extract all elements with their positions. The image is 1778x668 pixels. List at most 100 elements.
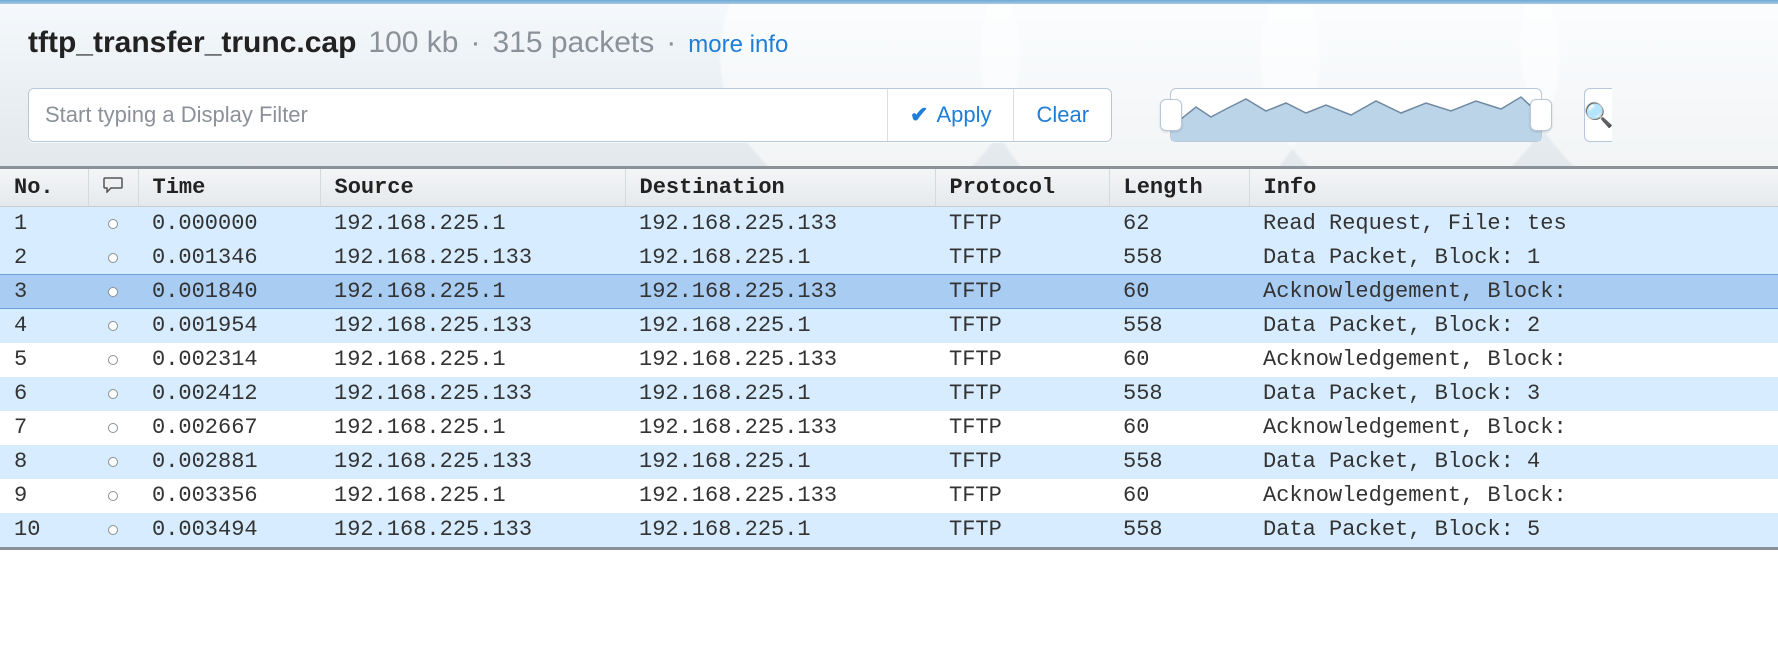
search-button-partial[interactable]: 🔍 [1584,88,1612,142]
cell-src: 192.168.225.133 [320,241,625,275]
cell-no: 10 [0,513,88,547]
col-length[interactable]: Length [1109,169,1249,207]
comment-dot-icon [108,355,118,365]
cell-no: 5 [0,343,88,377]
cell-no: 4 [0,309,88,343]
cell-dst: 192.168.225.133 [625,411,935,445]
cell-dst: 192.168.225.133 [625,275,935,309]
cell-info: Acknowledgement, Block: [1249,479,1778,513]
cell-comment [88,513,138,547]
cell-dst: 192.168.225.1 [625,241,935,275]
comment-dot-icon [108,219,118,229]
table-row[interactable]: 90.003356192.168.225.1192.168.225.133TFT… [0,479,1778,513]
col-info[interactable]: Info [1249,169,1778,207]
cell-no: 3 [0,275,88,309]
apply-label: Apply [936,102,991,128]
cell-proto: TFTP [935,445,1109,479]
table-row[interactable]: 40.001954192.168.225.133192.168.225.1TFT… [0,309,1778,343]
cell-info: Data Packet, Block: 4 [1249,445,1778,479]
separator-dot: · [470,26,480,60]
cell-len: 558 [1109,513,1249,547]
cell-src: 192.168.225.1 [320,479,625,513]
col-source[interactable]: Source [320,169,625,207]
toolbar: ✔ Apply Clear 🔍 [28,88,1750,142]
search-icon: 🔍 [1584,101,1614,130]
cell-time: 0.002667 [138,411,320,445]
display-filter-input[interactable] [29,89,887,141]
check-icon: ✔ [910,102,928,128]
apply-filter-button[interactable]: ✔ Apply [888,89,1013,141]
display-filter-group: ✔ Apply Clear [28,88,1112,142]
timeline-sparkline[interactable] [1170,88,1542,142]
cell-dst: 192.168.225.133 [625,207,935,241]
cell-dst: 192.168.225.133 [625,343,935,377]
cell-comment [88,241,138,275]
table-row[interactable]: 60.002412192.168.225.133192.168.225.1TFT… [0,377,1778,411]
comment-dot-icon [108,457,118,467]
cell-time: 0.002314 [138,343,320,377]
comment-dot-icon [108,253,118,263]
cell-dst: 192.168.225.1 [625,309,935,343]
packet-table-wrap: No. Time Source Destination Protocol Len… [0,166,1778,550]
cell-time: 0.001840 [138,275,320,309]
cell-len: 60 [1109,479,1249,513]
clear-label: Clear [1036,102,1089,128]
cell-time: 0.001954 [138,309,320,343]
cell-time: 0.003356 [138,479,320,513]
timeline-handle-right[interactable] [1530,99,1552,131]
col-dest[interactable]: Destination [625,169,935,207]
cell-len: 558 [1109,309,1249,343]
cell-time: 0.002881 [138,445,320,479]
comment-dot-icon [108,389,118,399]
capture-filename: tftp_transfer_trunc.cap [28,26,356,60]
cell-comment [88,343,138,377]
capture-size: 100 kb [368,26,458,60]
cell-info: Read Request, File: tes [1249,207,1778,241]
cell-src: 192.168.225.133 [320,445,625,479]
cell-time: 0.001346 [138,241,320,275]
clear-filter-button[interactable]: Clear [1014,89,1111,141]
col-time[interactable]: Time [138,169,320,207]
cell-no: 2 [0,241,88,275]
cell-len: 558 [1109,377,1249,411]
cell-comment [88,377,138,411]
table-row[interactable]: 20.001346192.168.225.133192.168.225.1TFT… [0,241,1778,275]
col-no[interactable]: No. [0,169,88,207]
cell-proto: TFTP [935,275,1109,309]
table-row[interactable]: 10.000000192.168.225.1192.168.225.133TFT… [0,207,1778,241]
table-row[interactable]: 50.002314192.168.225.1192.168.225.133TFT… [0,343,1778,377]
cell-no: 9 [0,479,88,513]
cell-comment [88,445,138,479]
cell-src: 192.168.225.133 [320,309,625,343]
cell-src: 192.168.225.1 [320,207,625,241]
cell-info: Data Packet, Block: 3 [1249,377,1778,411]
table-row[interactable]: 70.002667192.168.225.1192.168.225.133TFT… [0,411,1778,445]
cell-info: Acknowledgement, Block: [1249,343,1778,377]
cell-len: 60 [1109,343,1249,377]
cell-dst: 192.168.225.1 [625,377,935,411]
col-comment[interactable] [88,169,138,207]
cell-src: 192.168.225.133 [320,513,625,547]
cell-comment [88,411,138,445]
capture-title: tftp_transfer_trunc.cap 100 kb · 315 pac… [28,26,1750,60]
cell-len: 62 [1109,207,1249,241]
cell-info: Data Packet, Block: 2 [1249,309,1778,343]
table-row[interactable]: 80.002881192.168.225.133192.168.225.1TFT… [0,445,1778,479]
packet-table-header: No. Time Source Destination Protocol Len… [0,169,1778,207]
more-info-link[interactable]: more info [688,31,788,59]
cell-len: 558 [1109,241,1249,275]
timeline-handle-left[interactable] [1160,99,1182,131]
comment-dot-icon [108,423,118,433]
cell-info: Data Packet, Block: 1 [1249,241,1778,275]
cell-time: 0.000000 [138,207,320,241]
col-protocol[interactable]: Protocol [935,169,1109,207]
table-row[interactable]: 100.003494192.168.225.133192.168.225.1TF… [0,513,1778,547]
cell-time: 0.003494 [138,513,320,547]
cell-comment [88,309,138,343]
cell-no: 7 [0,411,88,445]
comment-icon [103,177,123,193]
packet-count: 315 packets [492,26,654,60]
cell-proto: TFTP [935,377,1109,411]
cell-len: 60 [1109,275,1249,309]
table-row[interactable]: 30.001840192.168.225.1192.168.225.133TFT… [0,275,1778,309]
